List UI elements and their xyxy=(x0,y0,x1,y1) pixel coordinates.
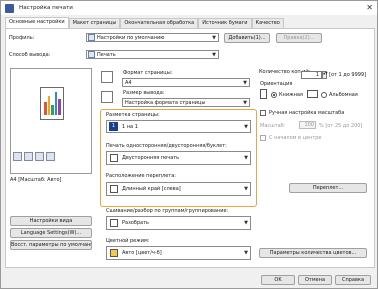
language-settings-button[interactable]: Language Settings(W)... xyxy=(10,228,92,238)
collate-select[interactable]: Разобрать ▼ xyxy=(106,216,251,230)
chevron-down-icon: ▼ xyxy=(244,250,248,256)
output-size-select[interactable]: Настройка формата страницы ▼ xyxy=(122,98,250,107)
preview-bar xyxy=(54,92,58,115)
orientation-label: Ориентация xyxy=(260,81,293,87)
output-size-icon xyxy=(101,91,113,103)
output-size-label: Размер вывода: xyxy=(123,90,165,96)
page-size-select[interactable]: A4 ▼ xyxy=(122,78,250,87)
printer-view-icon[interactable] xyxy=(35,152,44,161)
color-count-button[interactable]: Параметры количества цветов... xyxy=(259,248,367,258)
printer-view-icon[interactable] xyxy=(24,152,33,161)
output-method-select[interactable]: Печать ▼ xyxy=(86,50,219,59)
manual-scale-label: Ручная настройка масштаба xyxy=(269,110,345,116)
portrait-icon xyxy=(260,89,267,99)
preview-bar xyxy=(44,101,47,115)
profile-value: Настройки по умолчанию xyxy=(97,34,165,41)
color-mode-icon xyxy=(110,249,118,257)
preview-graphic xyxy=(44,91,61,115)
preview-bar xyxy=(58,99,61,115)
tab-quality[interactable]: Качество xyxy=(251,18,284,28)
page-size-value: A4 xyxy=(125,79,132,86)
collate-label: Сшивание/разбор по группам/группирование… xyxy=(106,208,229,214)
duplex-icon xyxy=(110,154,118,162)
printer-view-icon[interactable] xyxy=(13,152,22,161)
duplex-select[interactable]: Двусторонняя печать ▼ xyxy=(106,151,251,165)
collate-icon xyxy=(110,219,118,227)
output-method-value: Печать xyxy=(97,51,116,58)
binding-button[interactable]: Переплет... xyxy=(289,183,367,193)
tab-strip: Основные настройки Макет страницы Оконча… xyxy=(5,17,284,28)
duplex-label: Печать односторонняя/двусторонняя/буклет… xyxy=(106,143,227,149)
tab-finishing[interactable]: Окончательная обработка xyxy=(120,18,199,28)
add-profile-button[interactable]: Добавить(1)... xyxy=(224,33,270,43)
view-settings-button[interactable]: Настройки вида xyxy=(10,216,92,226)
close-icon[interactable]: ✕ xyxy=(366,3,373,12)
chevron-down-icon: ▼ xyxy=(244,124,248,130)
printer-icon xyxy=(5,3,14,13)
chevron-down-icon: ▼ xyxy=(244,155,248,161)
landscape-label: Альбомная xyxy=(329,92,358,98)
one-up-icon: 1 xyxy=(109,122,118,131)
print-settings-dialog: Настройка печати ✕ Основные настройки Ма… xyxy=(0,0,378,289)
ok-button[interactable]: OK xyxy=(261,275,295,285)
tab-layout[interactable]: Макет страницы xyxy=(68,18,121,28)
page-preview xyxy=(10,68,92,174)
center-label: С началом в центре xyxy=(269,135,322,141)
output-method-label: Способ вывода: xyxy=(9,52,51,58)
pages-per-sheet-select[interactable]: 1 1 на 1 ▼ xyxy=(106,120,251,133)
landscape-icon xyxy=(307,90,318,98)
color-mode-select[interactable]: Авто [цвет/ч-б] ▼ xyxy=(106,246,251,260)
binding-label: Расположение переплета: xyxy=(106,173,176,179)
manual-scale-checkbox[interactable] xyxy=(260,110,266,116)
restore-defaults-button[interactable]: Восст. параметры по умолчанию xyxy=(10,240,92,250)
scale-value: 100 xyxy=(304,122,314,128)
printer-view-icon[interactable] xyxy=(46,152,55,161)
preview-page xyxy=(40,87,64,120)
chevron-down-icon: ▼ xyxy=(244,220,248,226)
color-mode-value: Авто [цвет/ч-б] xyxy=(122,250,162,256)
page-size-label: Формат страницы: xyxy=(123,70,173,76)
landscape-radio[interactable] xyxy=(321,92,327,98)
binding-select[interactable]: Длинный край [слева] ▼ xyxy=(106,182,251,196)
chevron-down-icon: ▼ xyxy=(212,52,216,58)
output-size-value: Настройка формата страницы xyxy=(125,99,206,106)
pages-per-sheet-label: Разметка страницы: xyxy=(106,112,160,118)
portrait-label: Книжная xyxy=(279,92,303,98)
title-bar: Настройка печати ✕ xyxy=(1,1,377,15)
window-title: Настройка печати xyxy=(19,5,73,11)
duplex-value: Двусторонняя печать xyxy=(122,155,180,161)
scale-input[interactable]: 100 xyxy=(299,121,316,129)
tab-paper-source[interactable]: Источник бумаги xyxy=(198,18,252,28)
chevron-down-icon: ▼ xyxy=(244,186,248,192)
page-size-icon xyxy=(101,71,113,83)
scale-range: % [от 25 до 200] xyxy=(319,123,363,129)
binding-value: Длинный край [слева] xyxy=(122,186,181,192)
profile-icon xyxy=(88,34,95,41)
edit-profile-button[interactable]: Правка(2)... xyxy=(276,33,322,43)
preview-caption: A4 [Масштаб: Авто] xyxy=(10,177,62,183)
profile-label: Профиль: xyxy=(9,35,35,41)
profile-select[interactable]: Настройки по умолчанию ▼ xyxy=(86,33,219,42)
tab-basic[interactable]: Основные настройки xyxy=(5,17,69,28)
center-checkbox[interactable] xyxy=(260,135,266,141)
help-button[interactable]: Справка xyxy=(335,275,371,285)
copies-value: 1 xyxy=(315,72,319,78)
preview-bar xyxy=(51,105,54,115)
chevron-down-icon: ▼ xyxy=(243,80,247,86)
copies-input[interactable]: 1 xyxy=(301,71,322,79)
preview-bar xyxy=(47,95,51,115)
collate-value: Разобрать xyxy=(122,220,149,226)
print-icon xyxy=(88,51,95,58)
copies-range: [от 1 до 9999] xyxy=(329,72,367,78)
color-mode-label: Цветной режим: xyxy=(106,238,150,244)
chevron-down-icon: ▼ xyxy=(243,100,247,106)
scale-label: Масштаб: xyxy=(260,123,286,129)
chevron-down-icon: ▼ xyxy=(212,35,216,41)
portrait-radio[interactable] xyxy=(271,92,277,98)
cancel-button[interactable]: Отмена xyxy=(298,275,332,285)
pages-per-sheet-value: 1 на 1 xyxy=(122,123,138,130)
copies-spinner[interactable]: ▲▼ xyxy=(322,71,328,79)
binding-icon xyxy=(110,185,118,193)
